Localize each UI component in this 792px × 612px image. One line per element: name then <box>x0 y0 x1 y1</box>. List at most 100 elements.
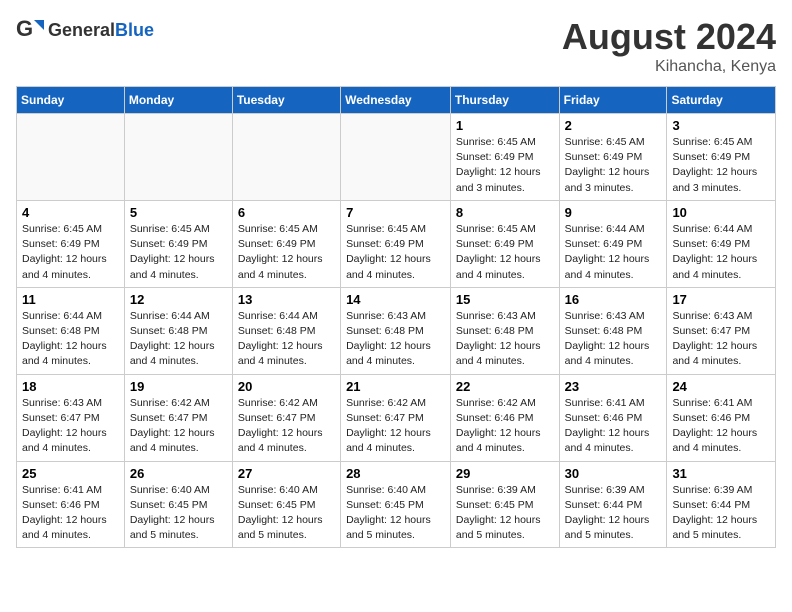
day-info-line: Daylight: 12 hours <box>346 427 431 439</box>
day-number: 8 <box>456 205 554 220</box>
day-info-line: and 4 minutes. <box>672 355 741 367</box>
day-info-line: Sunrise: 6:40 AM <box>130 484 210 496</box>
calendar-week-row: 18Sunrise: 6:43 AMSunset: 6:47 PMDayligh… <box>17 374 776 461</box>
day-info-line: Sunset: 6:45 PM <box>346 499 424 511</box>
logo: G GeneralBlue <box>16 16 154 44</box>
day-info-line: Sunset: 6:44 PM <box>565 499 643 511</box>
calendar-cell: 31Sunrise: 6:39 AMSunset: 6:44 PMDayligh… <box>667 461 776 548</box>
day-number: 29 <box>456 466 554 481</box>
day-info-line: and 5 minutes. <box>565 529 634 541</box>
day-info: Sunrise: 6:43 AMSunset: 6:47 PMDaylight:… <box>22 396 119 457</box>
day-info-line: and 4 minutes. <box>22 529 91 541</box>
day-info-line: Sunrise: 6:45 AM <box>456 136 536 148</box>
day-info: Sunrise: 6:45 AMSunset: 6:49 PMDaylight:… <box>238 222 335 283</box>
day-info-line: Daylight: 12 hours <box>346 340 431 352</box>
calendar-cell: 19Sunrise: 6:42 AMSunset: 6:47 PMDayligh… <box>124 374 232 461</box>
day-info-line: and 4 minutes. <box>22 355 91 367</box>
day-info-line: Sunset: 6:48 PM <box>565 325 643 337</box>
day-info-line: Daylight: 12 hours <box>456 427 541 439</box>
calendar-cell: 2 Sunrise: 6:45 AMSunset: 6:49 PMDaylight… <box>559 114 667 201</box>
day-number: 3 <box>672 118 770 133</box>
day-number: 25 <box>22 466 119 481</box>
calendar-header-row: SundayMondayTuesdayWednesdayThursdayFrid… <box>17 87 776 114</box>
day-number: 9 <box>565 205 662 220</box>
day-number: 2 <box>565 118 662 133</box>
day-info-line: Daylight: 12 hours <box>672 427 757 439</box>
day-number: 23 <box>565 379 662 394</box>
day-info-line: Sunset: 6:49 PM <box>456 238 534 250</box>
day-info-line: Daylight: 12 hours <box>456 253 541 265</box>
day-info-line: Sunrise: 6:45 AM <box>456 223 536 235</box>
calendar-cell: 14Sunrise: 6:43 AMSunset: 6:48 PMDayligh… <box>341 287 451 374</box>
day-info: Sunrise: 6:45 AMSunset: 6:49 PMDaylight:… <box>22 222 119 283</box>
day-info-line: Sunrise: 6:42 AM <box>238 397 318 409</box>
day-number: 22 <box>456 379 554 394</box>
day-number: 10 <box>672 205 770 220</box>
calendar-cell: 10Sunrise: 6:44 AMSunset: 6:49 PMDayligh… <box>667 200 776 287</box>
day-info: Sunrise: 6:44 AMSunset: 6:48 PMDaylight:… <box>130 309 227 370</box>
day-info-line: Sunset: 6:47 PM <box>130 412 208 424</box>
day-info-line: and 4 minutes. <box>238 442 307 454</box>
weekday-header-wednesday: Wednesday <box>341 87 451 114</box>
day-number: 4 <box>22 205 119 220</box>
month-year-title: August 2024 <box>562 16 776 58</box>
day-info: Sunrise: 6:45 AMSunset: 6:49 PMDaylight:… <box>565 135 662 196</box>
day-info-line: Sunrise: 6:43 AM <box>672 310 752 322</box>
calendar-cell <box>232 114 340 201</box>
day-info-line: Sunset: 6:48 PM <box>22 325 100 337</box>
day-info-line: Daylight: 12 hours <box>130 253 215 265</box>
day-number: 18 <box>22 379 119 394</box>
day-info-line: Sunset: 6:45 PM <box>456 499 534 511</box>
day-info-line: Sunrise: 6:44 AM <box>565 223 645 235</box>
day-info-line: Sunset: 6:49 PM <box>565 151 643 163</box>
day-number: 28 <box>346 466 445 481</box>
day-info-line: and 5 minutes. <box>456 529 525 541</box>
day-info-line: and 4 minutes. <box>346 355 415 367</box>
day-number: 12 <box>130 292 227 307</box>
calendar-cell: 13Sunrise: 6:44 AMSunset: 6:48 PMDayligh… <box>232 287 340 374</box>
calendar-cell: 12 Sunrise: 6:44 AMSunset: 6:48 PMDayligh… <box>124 287 232 374</box>
calendar-cell: 24Sunrise: 6:41 AMSunset: 6:46 PMDayligh… <box>667 374 776 461</box>
day-info: Sunrise: 6:43 AMSunset: 6:48 PMDaylight:… <box>346 309 445 370</box>
weekday-header-tuesday: Tuesday <box>232 87 340 114</box>
day-info-line: Sunrise: 6:43 AM <box>22 397 102 409</box>
day-number: 31 <box>672 466 770 481</box>
day-info-line: Sunset: 6:49 PM <box>672 238 750 250</box>
day-info-line: Sunset: 6:48 PM <box>456 325 534 337</box>
calendar-week-row: 4Sunrise: 6:45 AMSunset: 6:49 PMDaylight… <box>17 200 776 287</box>
day-number: 17 <box>672 292 770 307</box>
day-info-line: Sunset: 6:48 PM <box>130 325 208 337</box>
day-info: Sunrise: 6:41 AMSunset: 6:46 PMDaylight:… <box>565 396 662 457</box>
day-info-line: Sunset: 6:49 PM <box>130 238 208 250</box>
day-info-line: Sunrise: 6:45 AM <box>238 223 318 235</box>
calendar-cell: 22Sunrise: 6:42 AMSunset: 6:46 PMDayligh… <box>450 374 559 461</box>
day-info: Sunrise: 6:45 AMSunset: 6:49 PMDaylight:… <box>346 222 445 283</box>
day-info-line: Sunrise: 6:43 AM <box>565 310 645 322</box>
day-info-line: Sunrise: 6:43 AM <box>456 310 536 322</box>
day-info-line: and 4 minutes. <box>346 269 415 281</box>
day-info-line: Daylight: 12 hours <box>238 427 323 439</box>
day-info-line: Sunrise: 6:45 AM <box>130 223 210 235</box>
day-info-line: Daylight: 12 hours <box>238 340 323 352</box>
day-info-line: Daylight: 12 hours <box>565 514 650 526</box>
day-info: Sunrise: 6:44 AMSunset: 6:49 PMDaylight:… <box>565 222 662 283</box>
day-info-line: Sunset: 6:49 PM <box>565 238 643 250</box>
day-info-line: and 4 minutes. <box>346 442 415 454</box>
weekday-header-sunday: Sunday <box>17 87 125 114</box>
day-number: 6 <box>238 205 335 220</box>
calendar-cell: 25Sunrise: 6:41 AMSunset: 6:46 PMDayligh… <box>17 461 125 548</box>
day-number: 26 <box>130 466 227 481</box>
calendar-cell: 9Sunrise: 6:44 AMSunset: 6:49 PMDaylight… <box>559 200 667 287</box>
day-number: 19 <box>130 379 227 394</box>
day-info-line: Daylight: 12 hours <box>565 427 650 439</box>
day-number: 20 <box>238 379 335 394</box>
calendar-table: SundayMondayTuesdayWednesdayThursdayFrid… <box>16 86 776 548</box>
day-info-line: and 4 minutes. <box>565 355 634 367</box>
day-number: 24 <box>672 379 770 394</box>
weekday-header-thursday: Thursday <box>450 87 559 114</box>
day-info-line: Sunrise: 6:45 AM <box>346 223 426 235</box>
day-info-line: Sunset: 6:45 PM <box>130 499 208 511</box>
day-info-line: Daylight: 12 hours <box>238 253 323 265</box>
calendar-cell: 8 Sunrise: 6:45 AM Sunset: 6:49 PM Daylight… <box>450 200 559 287</box>
day-info-line: and 4 minutes. <box>565 442 634 454</box>
